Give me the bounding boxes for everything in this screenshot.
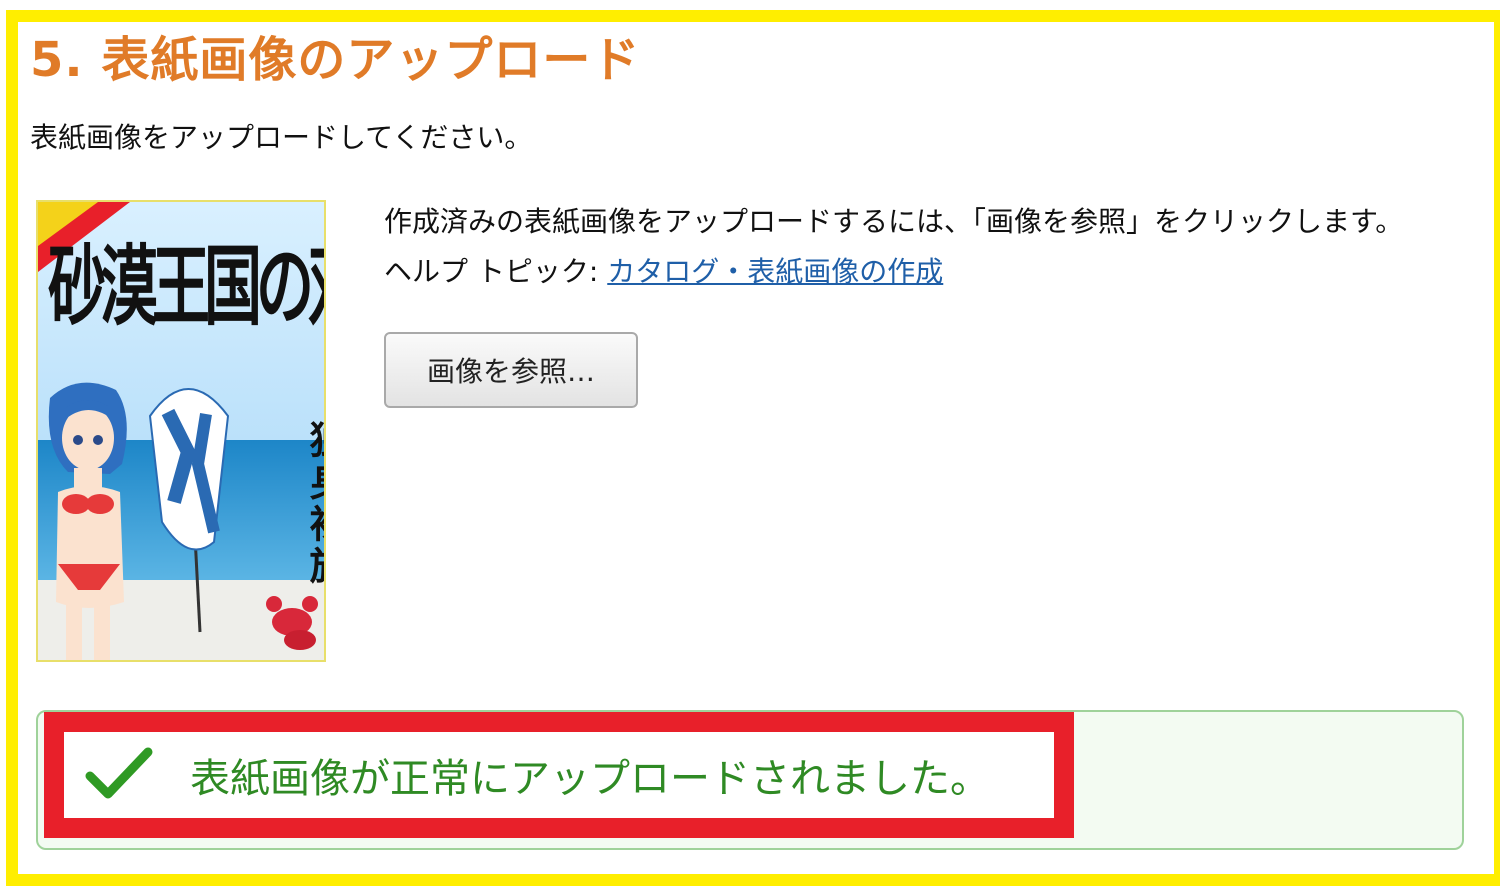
upload-instruction: 表紙画像をアップロードしてください。 [30, 121, 533, 154]
help-topic-label: ヘルプ トピック: [384, 255, 608, 288]
section-title: 5. 表紙画像のアップロード [30, 32, 641, 88]
help-topic: ヘルプ トピック: カタログ・表紙画像の作成 [384, 250, 943, 290]
cover-title: 砂漠王国の双月姫 [48, 235, 324, 338]
help-topic-link[interactable]: カタログ・表紙画像の作成 [607, 255, 943, 288]
checkmark-icon [84, 744, 154, 804]
browse-image-button[interactable]: 画像を参照… [384, 332, 638, 408]
upload-description: 作成済みの表紙画像をアップロードするには、「画像を参照」をクリックします。 [384, 205, 1404, 238]
cover-thumbnail: 砂漠王国の双月姫 独身裸族 [36, 200, 326, 662]
cover-author: 独身裸族 [303, 420, 326, 588]
success-message: 表紙画像が正常にアップロードされました。 [190, 756, 990, 802]
